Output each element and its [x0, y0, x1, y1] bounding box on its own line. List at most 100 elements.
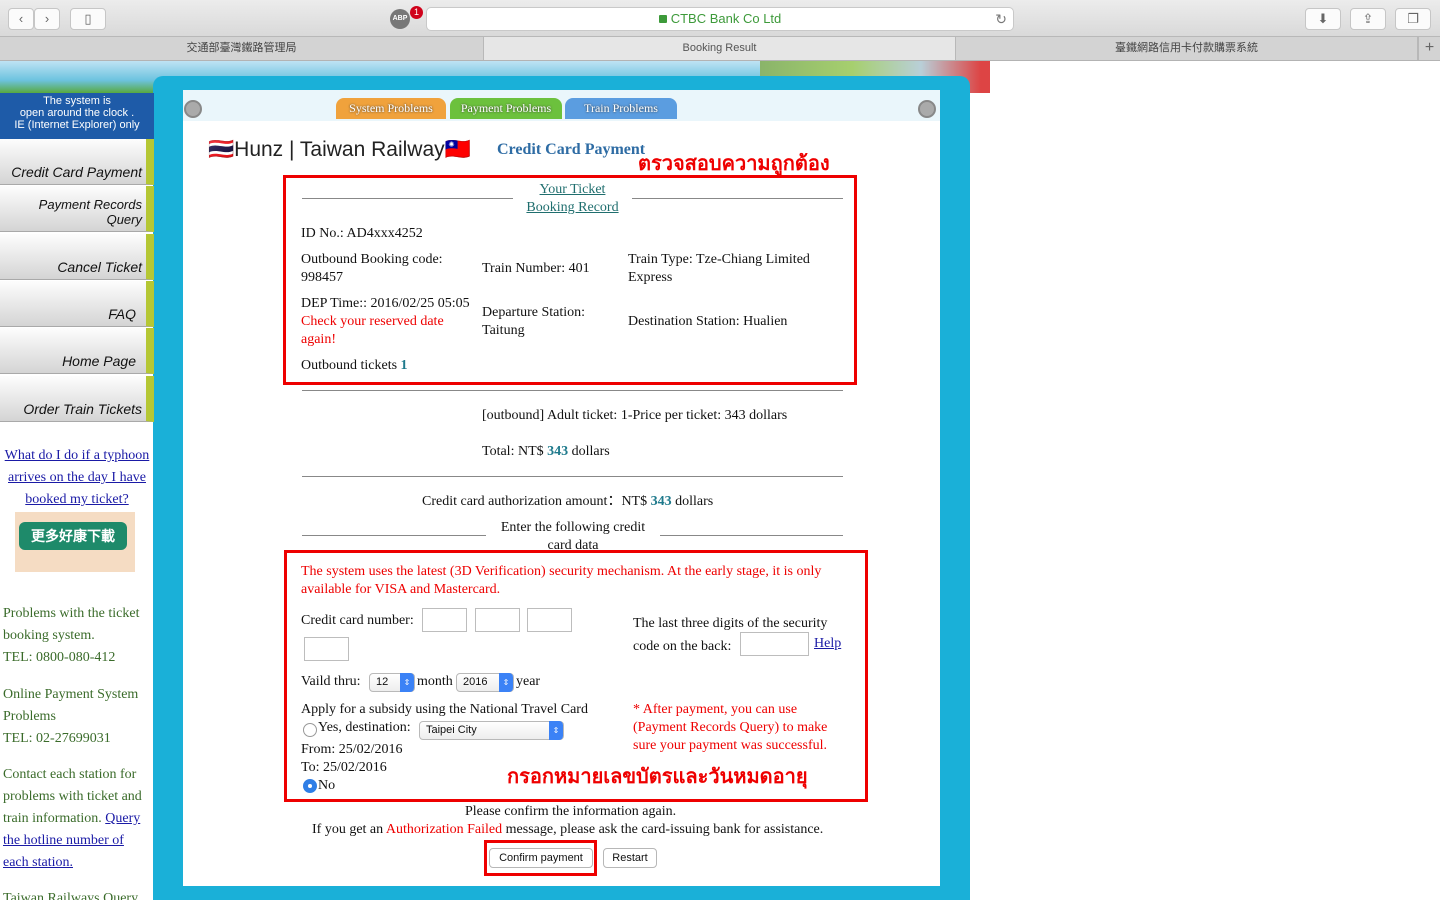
card-number-field-1[interactable]: [422, 608, 467, 632]
back-icon[interactable]: ‹: [8, 8, 34, 30]
restart-button[interactable]: Restart: [603, 848, 657, 868]
text-line: Outbound Booking code:: [301, 252, 443, 267]
auth-failed-text: If you get an Authorization Failed messa…: [312, 821, 823, 839]
subsidy-no-radio[interactable]: [303, 779, 317, 793]
forward-icon[interactable]: ›: [34, 8, 60, 30]
help-ticket-system: Problems with the ticket booking system.…: [3, 603, 154, 669]
auth-value: 343: [650, 494, 672, 509]
tab-bar: 交通部臺灣鐵路管理局 Booking Result 臺鐵網路信用卡付款購票系統 …: [0, 37, 1440, 61]
card-number-field-4[interactable]: [304, 637, 349, 661]
tickets-count: 1: [400, 358, 408, 373]
text-line: Departure Station:: [482, 305, 586, 320]
typhoon-link[interactable]: What do I do if a typhoon arrives on the…: [0, 445, 154, 511]
destination-select[interactable]: Taipei City ⇕: [419, 721, 564, 740]
select-arrow-icon: ⇕: [400, 673, 414, 692]
security-note: The system uses the latest (3D Verificat…: [301, 563, 821, 599]
menu-credit-card-payment[interactable]: Credit Card Payment: [0, 139, 154, 185]
station-hotline-link[interactable]: Query: [105, 811, 140, 826]
divider: [302, 390, 843, 391]
text-line: * After payment, you can use: [633, 702, 798, 717]
cvv-field[interactable]: [740, 632, 809, 656]
notice-line: open around the clock .: [19, 107, 135, 119]
menu-label: Home Page: [62, 353, 136, 369]
help-line: train information.: [3, 811, 102, 826]
confirm-payment-button[interactable]: Confirm payment: [489, 848, 593, 868]
valid-thru-label: Vaild thru:: [301, 674, 361, 689]
auth-label: Credit card authorization amount：NT$: [422, 494, 648, 509]
text-part: message, please ask the card-issuing ban…: [505, 822, 824, 837]
tab-payment-problems[interactable]: Payment Problems: [450, 98, 562, 119]
sidebar-notice: The system is open around the clock . IE…: [0, 93, 154, 139]
auth-unit: dollars: [675, 494, 714, 509]
menu-order-train-tickets[interactable]: Order Train Tickets: [0, 376, 154, 422]
adblock-icon[interactable]: ABP: [390, 9, 410, 29]
help-railways-query: Taiwan Railways Query: [3, 888, 154, 900]
menu-cancel-ticket[interactable]: Cancel Ticket: [0, 234, 154, 280]
menu-home-page[interactable]: Home Page: [0, 328, 154, 374]
booking-record-link[interactable]: Your Ticket Booking Record: [513, 181, 632, 217]
enter-card-data-heading: Enter the following credit card data: [486, 519, 660, 552]
notice-line: The system is: [43, 95, 111, 107]
subsidy-no-label: No: [318, 778, 336, 793]
help-line: Taiwan Railways Query: [3, 891, 139, 900]
subsidy-from: From: 25/02/2016: [301, 742, 403, 757]
pin-icon: [184, 100, 202, 118]
new-tab-button[interactable]: +: [1418, 37, 1440, 60]
total-price: Total: NT$ 343 dollars: [482, 443, 610, 461]
tabs-overview-icon[interactable]: ❐: [1395, 8, 1431, 30]
text-line: The system uses the latest (3D Verificat…: [301, 564, 822, 579]
select-arrow-icon: ⇕: [549, 721, 563, 740]
promo-button: 更多好康下載: [19, 522, 127, 550]
card-number-field-3[interactable]: [527, 608, 572, 632]
subsidy-yes-label: Yes, destination:: [318, 720, 411, 735]
tab-train-problems[interactable]: Train Problems: [565, 98, 677, 119]
page-title: Credit Card Payment: [497, 141, 646, 158]
help-line: TEL: 02-27699031: [3, 731, 111, 746]
authorization-amount: Credit card authorization amount：NT$ 343…: [422, 493, 713, 511]
month-value: 12: [376, 676, 389, 688]
cvv-help-link[interactable]: Help: [814, 635, 841, 653]
station-hotline-link[interactable]: each station.: [3, 855, 73, 870]
divider: [632, 198, 843, 199]
menu-faq[interactable]: FAQ: [0, 281, 154, 327]
link-line: arrives on the day I have: [8, 470, 146, 485]
menu-label: Cancel Ticket: [57, 259, 142, 275]
divider: [660, 535, 843, 536]
text-line: 998457: [301, 270, 343, 285]
id-number: ID No.: AD4xxx4252: [301, 226, 423, 241]
download-icon[interactable]: ⬇: [1305, 8, 1341, 30]
pin-icon: [918, 100, 936, 118]
tickets-label: Outbound tickets: [301, 358, 398, 373]
help-line: booking system.: [3, 628, 95, 643]
tab-booking-result[interactable]: Booking Result: [484, 37, 956, 60]
help-line: problems with ticket and: [3, 789, 142, 804]
menu-payment-records-query[interactable]: Payment Records Query: [0, 186, 154, 232]
subsidy-yes-radio[interactable]: [303, 723, 317, 737]
tab-system-problems[interactable]: System Problems: [336, 98, 446, 119]
text-line: again!: [301, 332, 336, 347]
departure-station: Departure Station: Taitung: [482, 304, 585, 340]
tab-railway[interactable]: 交通部臺灣鐵路管理局: [0, 37, 484, 60]
station-hotline-link[interactable]: the hotline number of: [3, 833, 124, 848]
month-select[interactable]: 12 ⇕: [369, 673, 415, 692]
year-select[interactable]: 2016 ⇕: [456, 673, 514, 692]
divider: [302, 535, 486, 536]
text-line: (Payment Records Query) to make: [633, 720, 828, 735]
tab-credit-card-system[interactable]: 臺鐵網路信用卡付款購票系統: [956, 37, 1418, 60]
link-line: Your Ticket: [539, 182, 606, 197]
share-icon[interactable]: ⇪: [1350, 8, 1386, 30]
address-bar[interactable]: CTBC Bank Co Ltd ↻: [426, 7, 1014, 31]
divider: [302, 198, 513, 199]
date-warning: Check your reserved date again!: [301, 313, 444, 349]
annotation-card-entry: กรอกหมายเลขบัตรและวันหมดอายุ: [507, 766, 808, 788]
help-line: Problems: [3, 709, 56, 724]
text-line: Enter the following credit: [500, 520, 646, 535]
reload-icon[interactable]: ↻: [995, 8, 1007, 30]
card-number-field-2[interactable]: [475, 608, 520, 632]
link-line: booked my ticket?: [25, 492, 129, 507]
sidebar-toggle-icon[interactable]: ▯: [70, 8, 106, 30]
subsidy-label: Apply for a subsidy using the National T…: [301, 702, 588, 717]
promo-banner[interactable]: 更多好康下載: [15, 512, 135, 572]
text-line: available for VISA and Mastercard.: [301, 582, 501, 597]
confirm-info-text: Please confirm the information again.: [465, 804, 677, 819]
